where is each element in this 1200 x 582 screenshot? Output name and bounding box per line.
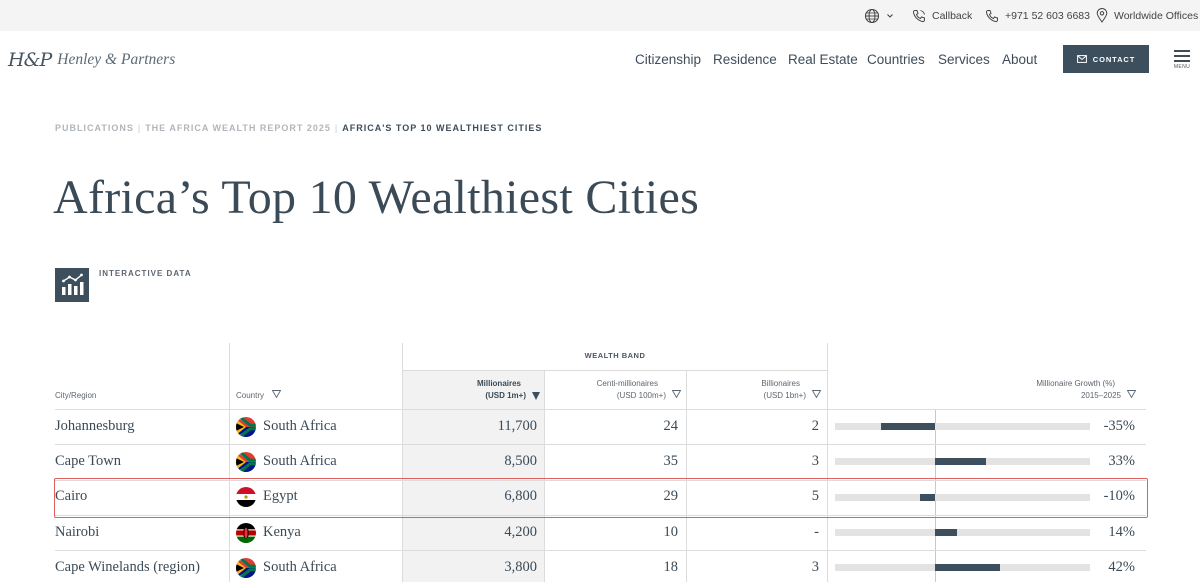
growth-cell: 42% (1108, 558, 1135, 575)
growth-bar-track (835, 529, 1090, 537)
map-pin-icon (1096, 8, 1108, 23)
header-millionaire-growth[interactable]: Millionaire Growth (%) 2015–2025 (990, 378, 1137, 402)
phone-link[interactable]: +971 52 603 6683 (985, 0, 1090, 31)
row-divider (55, 444, 1146, 446)
header-centi-millionaires[interactable]: Centi-millionaires (USD 100m+) (560, 378, 682, 402)
filter-icon[interactable] (671, 390, 682, 402)
interactive-data-icon (55, 268, 89, 302)
growth-cell: -35% (1103, 417, 1135, 434)
country-cell: South Africa (263, 558, 337, 575)
south-africa-flag-icon (236, 451, 256, 472)
filter-icon[interactable] (1126, 390, 1137, 402)
wealth-band-label: WEALTH BAND (584, 351, 646, 360)
country-cell: South Africa (263, 452, 337, 469)
growth-bar (935, 458, 987, 466)
growth-bar-track (835, 423, 1090, 431)
breadcrumb-report[interactable]: THE AFRICA WEALTH REPORT 2025 (145, 123, 331, 133)
chevron-down-icon (886, 12, 894, 20)
logo-mark: H&P (8, 49, 52, 71)
nav-countries[interactable]: Countries (867, 48, 925, 70)
contact-label: CONTACT (1092, 54, 1136, 64)
millionaires-cell: 8,500 (504, 452, 537, 469)
menu-label: MENU (1173, 64, 1191, 70)
millionaires-cell: 11,700 (497, 417, 537, 434)
south-africa-flag-icon (236, 416, 256, 437)
breadcrumb-current: AFRICA'S TOP 10 WEALTHIEST CITIES (342, 123, 543, 133)
breadcrumb-separator: | (334, 123, 339, 133)
city-cell: Johannesburg (55, 417, 135, 434)
globe-icon (864, 8, 880, 24)
utility-bar: Callback +971 52 603 6683 Worldwide Offi… (0, 0, 1200, 31)
header-city: City/Region (55, 391, 97, 400)
phone-label: +971 52 603 6683 (1005, 9, 1090, 22)
millionaires-cell: 4,200 (504, 523, 537, 540)
row-divider (55, 550, 1146, 552)
row-divider (55, 409, 1146, 410)
city-cell: Cape Town (55, 452, 121, 469)
filter-icon[interactable] (271, 390, 282, 402)
interactive-data-label: INTERACTIVE DATA (99, 269, 192, 278)
growth-bar (880, 423, 935, 431)
contact-button[interactable]: CONTACT (1063, 45, 1149, 73)
phone-callback-icon (912, 9, 926, 23)
header-billionaires[interactable]: Billionaires (USD 1bn+) (700, 378, 822, 402)
phone-icon (985, 9, 999, 23)
sort-desc-icon[interactable] (532, 391, 540, 400)
worldwide-offices-link[interactable]: Worldwide Offices (1096, 0, 1198, 31)
henley-partners-logo[interactable]: H&P Henley & Partners (8, 46, 175, 74)
growth-cell: 14% (1108, 523, 1135, 540)
city-cell: Cape Winelands (region) (55, 558, 200, 575)
menu-button[interactable]: MENU (1172, 50, 1192, 72)
breadcrumb-separator: | (137, 123, 142, 133)
language-selector[interactable] (864, 0, 894, 31)
centi-millionaires-cell: 18 (663, 558, 679, 575)
centi-millionaires-cell: 35 (663, 452, 679, 469)
page-title: Africa’s Top 10 Wealthiest Cities (53, 171, 700, 224)
growth-cell: 33% (1108, 452, 1135, 469)
kenya-flag-icon (236, 522, 256, 543)
nav-services[interactable]: Services (938, 48, 990, 70)
country-cell: Kenya (263, 523, 301, 540)
country-cell: South Africa (263, 417, 337, 434)
row-highlight (54, 478, 1148, 518)
centi-millionaires-cell: 24 (663, 417, 679, 434)
nav-real-estate[interactable]: Real Estate (788, 48, 858, 70)
millionaires-cell: 3,800 (504, 558, 537, 575)
breadcrumb: PUBLICATIONS | THE AFRICA WEALTH REPORT … (55, 123, 542, 133)
filter-icon[interactable] (811, 390, 822, 402)
envelope-icon (1076, 55, 1087, 63)
breadcrumb-publications[interactable]: PUBLICATIONS (55, 123, 134, 133)
south-africa-flag-icon (236, 557, 256, 578)
callback-link[interactable]: Callback (912, 0, 972, 31)
billionaires-cell: 3 (811, 558, 819, 575)
header-millionaires[interactable]: Millionaires (USD 1m+) (440, 378, 540, 402)
billionaires-cell: 3 (811, 452, 819, 469)
offices-label: Worldwide Offices (1114, 9, 1199, 22)
nav-residence[interactable]: Residence (713, 48, 777, 70)
billionaires-cell: 2 (811, 417, 819, 434)
centi-millionaires-cell: 10 (663, 523, 679, 540)
nav-about[interactable]: About (1002, 48, 1037, 70)
city-cell: Nairobi (55, 523, 100, 540)
logo-text: Henley & Partners (57, 51, 176, 68)
nav-citizenship[interactable]: Citizenship (635, 48, 701, 70)
wealthiest-cities-table: WEALTH BAND City/Region Country Milliona… (0, 0, 1200, 582)
hamburger-icon (1174, 50, 1190, 52)
billionaires-cell: - (814, 523, 819, 540)
callback-label: Callback (932, 9, 973, 22)
header-country[interactable]: Country (236, 390, 282, 402)
growth-bar (935, 564, 1001, 572)
growth-bar (935, 529, 957, 537)
